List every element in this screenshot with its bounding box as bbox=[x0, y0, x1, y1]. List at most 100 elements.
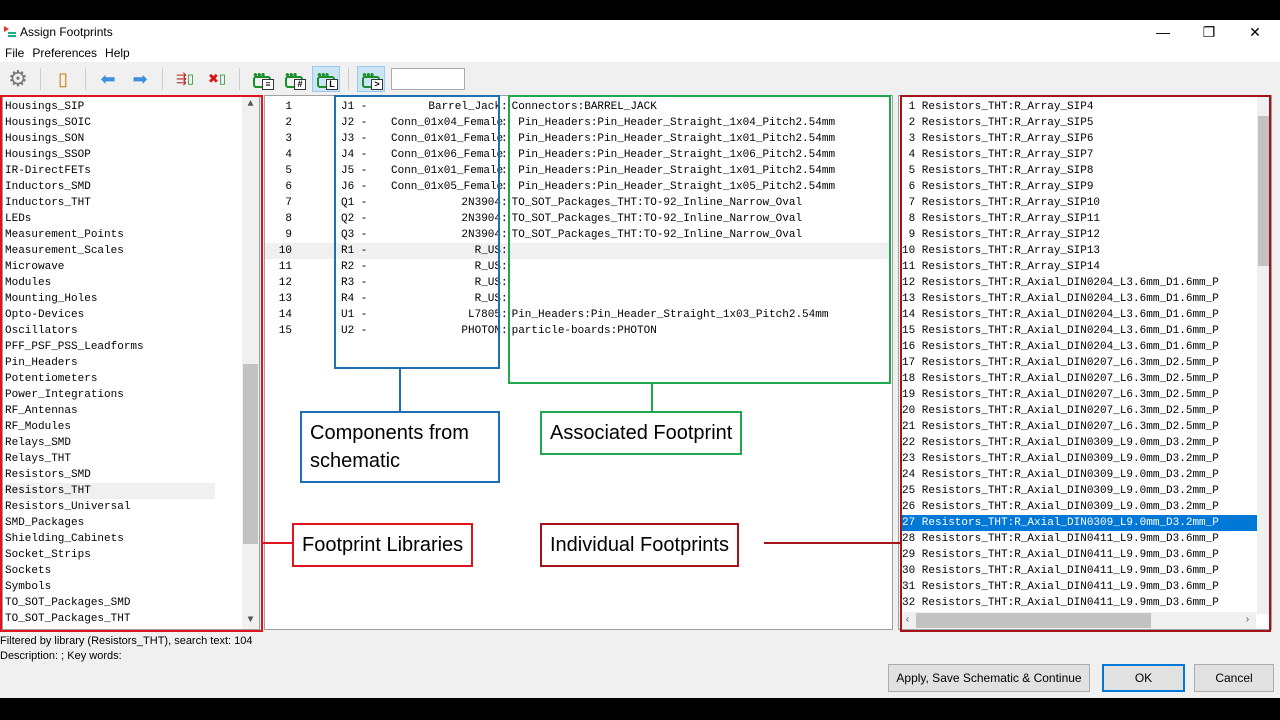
library-item[interactable]: Mounting_Holes bbox=[5, 291, 215, 307]
restore-button[interactable]: ❐ bbox=[1186, 22, 1232, 42]
library-item[interactable]: Pin_Headers bbox=[5, 355, 215, 371]
library-item[interactable]: Housings_SON bbox=[5, 131, 215, 147]
ok-button[interactable]: OK bbox=[1102, 664, 1185, 692]
filter-text-icon[interactable]: ●●● > bbox=[357, 66, 385, 92]
footprint-item[interactable]: 17 Resistors_THT:R_Axial_DIN0207_L6.3mm_… bbox=[902, 355, 1259, 371]
footprint-item[interactable]: 3 Resistors_THT:R_Array_SIP6 bbox=[902, 131, 1259, 147]
minimize-button[interactable]: — bbox=[1140, 22, 1186, 42]
component-row[interactable]: 15 U2 - PHOTON: particle-boards:PHOTON bbox=[265, 323, 890, 339]
footprint-item[interactable]: 2 Resistors_THT:R_Array_SIP5 bbox=[902, 115, 1259, 131]
component-row[interactable]: 10 R1 - R_US: bbox=[265, 243, 890, 259]
library-item[interactable]: RF_Modules bbox=[5, 419, 215, 435]
menu-file[interactable]: File bbox=[5, 44, 24, 62]
library-item[interactable]: Symbols bbox=[5, 579, 215, 595]
library-item[interactable]: TO_SOT_Packages_THT bbox=[5, 611, 215, 627]
filter-pincount-icon[interactable]: ●●● # bbox=[280, 66, 308, 92]
footprint-item[interactable]: 27 Resistors_THT:R_Axial_DIN0309_L9.0mm_… bbox=[902, 515, 1259, 531]
footprint-viewer-icon[interactable]: ▯ bbox=[49, 66, 77, 92]
footprint-item[interactable]: 8 Resistors_THT:R_Array_SIP11 bbox=[902, 211, 1259, 227]
individual-footprints-list[interactable]: 1 Resistors_THT:R_Array_SIP4 2 Resistors… bbox=[898, 95, 1272, 630]
library-item[interactable]: Housings_SOIC bbox=[5, 115, 215, 131]
library-item[interactable]: SMD_Packages bbox=[5, 515, 215, 531]
scrollbar-thumb[interactable] bbox=[916, 613, 1151, 628]
cancel-button[interactable]: Cancel bbox=[1194, 664, 1274, 692]
component-row[interactable]: 6 J6 - Conn_01x05_Female: Pin_Headers:Pin_… bbox=[265, 179, 890, 195]
footprint-item[interactable]: 32 Resistors_THT:R_Axial_DIN0411_L9.9mm_… bbox=[902, 595, 1259, 611]
footprint-item[interactable]: 25 Resistors_THT:R_Axial_DIN0309_L9.0mm_… bbox=[902, 483, 1259, 499]
vertical-scrollbar[interactable] bbox=[1257, 96, 1271, 614]
arrow-left-icon[interactable]: ⬅ bbox=[94, 66, 122, 92]
footprint-item[interactable]: 24 Resistors_THT:R_Axial_DIN0309_L9.0mm_… bbox=[902, 467, 1259, 483]
library-item[interactable]: Oscillators bbox=[5, 323, 215, 339]
library-item[interactable]: Housings_SSOP bbox=[5, 147, 215, 163]
menu-help[interactable]: Help bbox=[105, 44, 130, 62]
library-item[interactable]: Socket_Strips bbox=[5, 547, 215, 563]
footprint-item[interactable]: 15 Resistors_THT:R_Axial_DIN0204_L3.6mm_… bbox=[902, 323, 1259, 339]
footprint-item[interactable]: 20 Resistors_THT:R_Axial_DIN0207_L6.3mm_… bbox=[902, 403, 1259, 419]
library-item[interactable]: Housings_SIP bbox=[5, 99, 215, 115]
delete-associations-icon[interactable]: ✖ ▯ bbox=[203, 66, 231, 92]
footprint-item[interactable]: 6 Resistors_THT:R_Array_SIP9 bbox=[902, 179, 1259, 195]
library-item[interactable]: Shielding_Cabinets bbox=[5, 531, 215, 547]
footprint-item[interactable]: 28 Resistors_THT:R_Axial_DIN0411_L9.9mm_… bbox=[902, 531, 1259, 547]
filter-text-input[interactable] bbox=[391, 68, 465, 90]
gear-icon[interactable]: ⚙ bbox=[4, 66, 32, 92]
menu-preferences[interactable]: Preferences bbox=[32, 44, 97, 62]
component-row[interactable]: 1 J1 - Barrel_Jack: Connectors:BARREL_JACK bbox=[265, 99, 890, 115]
component-row[interactable]: 11 R2 - R_US: bbox=[265, 259, 890, 275]
library-item[interactable]: Opto-Devices bbox=[5, 307, 215, 323]
scroll-down-icon[interactable]: ▼ bbox=[242, 612, 259, 629]
footprint-item[interactable]: 30 Resistors_THT:R_Axial_DIN0411_L9.9mm_… bbox=[902, 563, 1259, 579]
library-item[interactable]: Resistors_Universal bbox=[5, 499, 215, 515]
footprint-item[interactable]: 19 Resistors_THT:R_Axial_DIN0207_L6.3mm_… bbox=[902, 387, 1259, 403]
component-row[interactable]: 4 J4 - Conn_01x06_Female: Pin_Headers:Pin_… bbox=[265, 147, 890, 163]
component-row[interactable]: 8 Q2 - 2N3904: TO_SOT_Packages_THT:TO-92_In… bbox=[265, 211, 890, 227]
library-item[interactable]: Power_Integrations bbox=[5, 387, 215, 403]
component-row[interactable]: 9 Q3 - 2N3904: TO_SOT_Packages_THT:TO-92_In… bbox=[265, 227, 890, 243]
footprint-item[interactable]: 1 Resistors_THT:R_Array_SIP4 bbox=[902, 99, 1259, 115]
vertical-scrollbar[interactable]: ▲ ▼ bbox=[242, 96, 259, 629]
filter-library-icon[interactable]: ●●● L bbox=[312, 66, 340, 92]
footprint-item[interactable]: 22 Resistors_THT:R_Axial_DIN0309_L9.0mm_… bbox=[902, 435, 1259, 451]
footprint-item[interactable]: 9 Resistors_THT:R_Array_SIP12 bbox=[902, 227, 1259, 243]
library-item[interactable]: PFF_PSF_PSS_Leadforms bbox=[5, 339, 215, 355]
footprint-item[interactable]: 10 Resistors_THT:R_Array_SIP13 bbox=[902, 243, 1259, 259]
footprint-item[interactable]: 12 Resistors_THT:R_Axial_DIN0204_L3.6mm_… bbox=[902, 275, 1259, 291]
scroll-left-icon[interactable]: ‹ bbox=[899, 612, 916, 629]
footprint-item[interactable]: 26 Resistors_THT:R_Axial_DIN0309_L9.0mm_… bbox=[902, 499, 1259, 515]
library-item[interactable]: IR-DirectFETs bbox=[5, 163, 215, 179]
apply-save-continue-button[interactable]: Apply, Save Schematic & Continue bbox=[888, 664, 1090, 692]
footprint-item[interactable]: 29 Resistors_THT:R_Axial_DIN0411_L9.9mm_… bbox=[902, 547, 1259, 563]
library-item[interactable]: Measurement_Scales bbox=[5, 243, 215, 259]
component-row[interactable]: 5 J5 - Conn_01x01_Female: Pin_Headers:Pin_… bbox=[265, 163, 890, 179]
library-item[interactable]: Inductors_SMD bbox=[5, 179, 215, 195]
scroll-right-icon[interactable]: › bbox=[1239, 612, 1256, 629]
library-item[interactable]: Resistors_SMD bbox=[5, 467, 215, 483]
library-item[interactable]: Modules bbox=[5, 275, 215, 291]
scrollbar-thumb[interactable] bbox=[243, 364, 258, 544]
footprint-item[interactable]: 7 Resistors_THT:R_Array_SIP10 bbox=[902, 195, 1259, 211]
footprint-item[interactable]: 5 Resistors_THT:R_Array_SIP8 bbox=[902, 163, 1259, 179]
component-row[interactable]: 2 J2 - Conn_01x04_Female: Pin_Headers:Pin_… bbox=[265, 115, 890, 131]
footprint-item[interactable]: 4 Resistors_THT:R_Array_SIP7 bbox=[902, 147, 1259, 163]
library-item[interactable]: Microwave bbox=[5, 259, 215, 275]
footprint-item[interactable]: 31 Resistors_THT:R_Axial_DIN0411_L9.9mm_… bbox=[902, 579, 1259, 595]
component-row[interactable]: 3 J3 - Conn_01x01_Female: Pin_Headers:Pin_… bbox=[265, 131, 890, 147]
scrollbar-thumb[interactable] bbox=[1258, 116, 1270, 266]
library-item[interactable]: Relays_SMD bbox=[5, 435, 215, 451]
close-button[interactable]: ✕ bbox=[1232, 22, 1278, 42]
horizontal-scrollbar[interactable]: ‹ › bbox=[899, 612, 1256, 629]
component-row[interactable]: 13 R4 - R_US: bbox=[265, 291, 890, 307]
footprint-item[interactable]: 13 Resistors_THT:R_Axial_DIN0204_L3.6mm_… bbox=[902, 291, 1259, 307]
component-row[interactable]: 7 Q1 - 2N3904: TO_SOT_Packages_THT:TO-92_In… bbox=[265, 195, 890, 211]
component-row[interactable]: 12 R3 - R_US: bbox=[265, 275, 890, 291]
library-item[interactable]: Resistors_THT bbox=[5, 483, 215, 499]
filter-keywords-icon[interactable]: ●●● ≡ bbox=[248, 66, 276, 92]
library-item[interactable]: Sockets bbox=[5, 563, 215, 579]
footprint-item[interactable]: 18 Resistors_THT:R_Axial_DIN0207_L6.3mm_… bbox=[902, 371, 1259, 387]
footprint-libraries-list[interactable]: Housings_SIP Housings_SOIC Housings_SON Hou… bbox=[2, 95, 260, 630]
footprint-item[interactable]: 23 Resistors_THT:R_Axial_DIN0309_L9.0mm_… bbox=[902, 451, 1259, 467]
component-row[interactable]: 14 U1 - L7805: Pin_Headers:Pin_Header_Strai… bbox=[265, 307, 890, 323]
footprint-item[interactable]: 14 Resistors_THT:R_Axial_DIN0204_L3.6mm_… bbox=[902, 307, 1259, 323]
footprint-item[interactable]: 21 Resistors_THT:R_Axial_DIN0207_L6.3mm_… bbox=[902, 419, 1259, 435]
